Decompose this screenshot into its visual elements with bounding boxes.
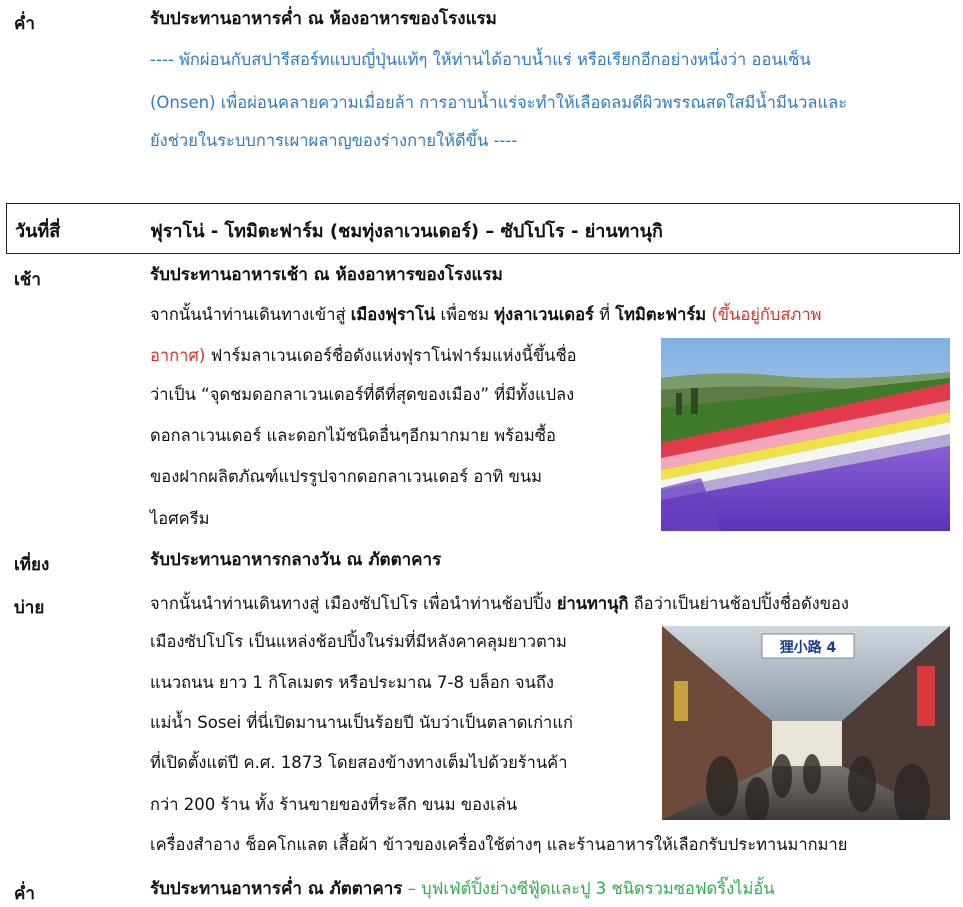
text-run: จากนั้นนำท่านเดินทางเข้าสู่ bbox=[150, 305, 351, 324]
morning-title: รับประทานอาหารเช้า ณ ห้องอาหารของโรงแรม bbox=[150, 265, 503, 285]
text-run: ฟาร์มลาเวนเดอร์ชื่อดังแห่งฟุราโน่ฟาร์มแห… bbox=[205, 346, 577, 365]
tanuki-line-4: แม่น้ำ Sosei ที่นี่เปิดมานานเป็นร้อยปี น… bbox=[150, 713, 573, 732]
tanukikoji-arcade-photo: 狸小路 4 bbox=[662, 626, 950, 820]
text-run: ที่ bbox=[593, 305, 616, 324]
morning-label: เช้า bbox=[14, 270, 41, 290]
lunch-title: รับประทานอาหารกลางวัน ณ ภัตตาคาร bbox=[150, 550, 442, 570]
arcade-illustration: 狸小路 4 bbox=[662, 626, 950, 820]
weather-note: (ขึ้นอยู่กับสภาพ bbox=[706, 305, 822, 324]
furano-line-1: จากนั้นนำท่านเดินทางเข้าสู่ เมืองฟุราโน่… bbox=[150, 300, 821, 330]
onsen-note-line-1: ---- พักผ่อนกับสปารีสอร์ทแบบญี่ปุ่นแท้ๆ … bbox=[150, 50, 811, 69]
tanuki-line-1: จากนั้นนำท่านเดินทางสู่ เมืองซัปโปโร เพื… bbox=[150, 589, 849, 619]
arcade-sign: 狸小路 4 bbox=[779, 639, 837, 656]
tanuki-line-5: ที่เปิดตั้งแต่ปี ค.ศ. 1873 โดยสองข้างทาง… bbox=[150, 753, 568, 772]
tomita-farm: โทมิตะฟาร์ม bbox=[615, 305, 707, 324]
text-run: จากนั้นนำท่านเดินทางสู่ เมืองซัปโปโร เพื… bbox=[150, 594, 557, 613]
dinner-label: ค่ำ bbox=[14, 14, 35, 34]
lavender-field: ทุ่งลาเวนเดอร์ bbox=[494, 305, 594, 324]
tanuki-line-3: แนวถนน ยาว 1 กิโลเมตร หรือประมาณ 7-8 บล็… bbox=[150, 673, 554, 692]
tanuki-line-2: เมืองซัปโปโร เป็นแหล่งช้อปปิ้งในร่มที่มี… bbox=[150, 632, 567, 651]
furano-line-4: ดอกลาเวนเดอร์ และดอกไม้ชนิดอื่นๆอีกมากมา… bbox=[150, 426, 556, 445]
text-run: เพื่อชม bbox=[435, 305, 495, 324]
furano-line-3: ว่าเป็น “จุดชมดอกลาเวนเดอร์ที่ดีที่สุดขอ… bbox=[150, 385, 575, 404]
lavender-field-illustration bbox=[661, 338, 950, 531]
tanuki-district: ย่านทานุกิ bbox=[556, 594, 629, 613]
day-title: ฟุราโน่ - โทมิตะฟาร์ม (ชมทุ่งลาเวนเดอร์)… bbox=[150, 221, 663, 242]
onsen-note-line-2: (Onsen) เพื่อผ่อนคลายความเมื่อยล้า การอา… bbox=[150, 93, 848, 112]
furano-line-6: ไอศครีม bbox=[150, 509, 210, 528]
dinner2-title: รับประทานอาหารค่ำ ณ ภัตตาคาร bbox=[150, 879, 403, 899]
day-label: วันที่สี่ bbox=[15, 221, 61, 242]
onsen-note-line-3: ยังช่วยในระบบการเผาผลาญของร่างกายให้ดีขึ… bbox=[150, 131, 518, 150]
furano-line-2: อากาศ) ฟาร์มลาเวนเดอร์ชื่อดังแห่งฟุราโน่… bbox=[150, 341, 577, 371]
afternoon-label: บ่าย bbox=[14, 598, 45, 618]
tanuki-line-6: กว่า 200 ร้าน ทั้ง ร้านขายของที่ระลึก ขน… bbox=[150, 795, 518, 814]
furano-line-5: ของฝากผลิตภัณฑ์แปรรูปจากดอกลาเวนเดอร์ อา… bbox=[150, 467, 543, 486]
text-run: ถือว่าเป็นย่านช้อปปิ้งชื่อดังของ bbox=[628, 594, 849, 613]
lavender-field-photo bbox=[661, 338, 950, 531]
buffet-note: – บุฟเฟ่ต์ปิ้งย่างซีฟู้ดและปู 3 ชนิดรวมซ… bbox=[402, 879, 775, 898]
lunch-label: เที่ยง bbox=[14, 555, 50, 575]
dinner2-label: ค่ำ bbox=[14, 884, 35, 904]
furano-city: เมืองฟุราโน่ bbox=[350, 305, 436, 324]
weather-note-end: อากาศ) bbox=[150, 346, 206, 365]
dinner-title: รับประทานอาหารค่ำ ณ ห้องอาหารของโรงแรม bbox=[150, 9, 497, 29]
dinner2-line: รับประทานอาหารค่ำ ณ ภัตตาคาร – บุฟเฟ่ต์ป… bbox=[150, 874, 775, 904]
tanuki-line-7: เครื่องสำอาง ช็อคโกแลต เสื้อผ้า ข้าวของเ… bbox=[150, 835, 848, 854]
day-header: วันที่สี่ ฟุราโน่ - โทมิตะฟาร์ม (ชมทุ่งล… bbox=[6, 203, 960, 254]
